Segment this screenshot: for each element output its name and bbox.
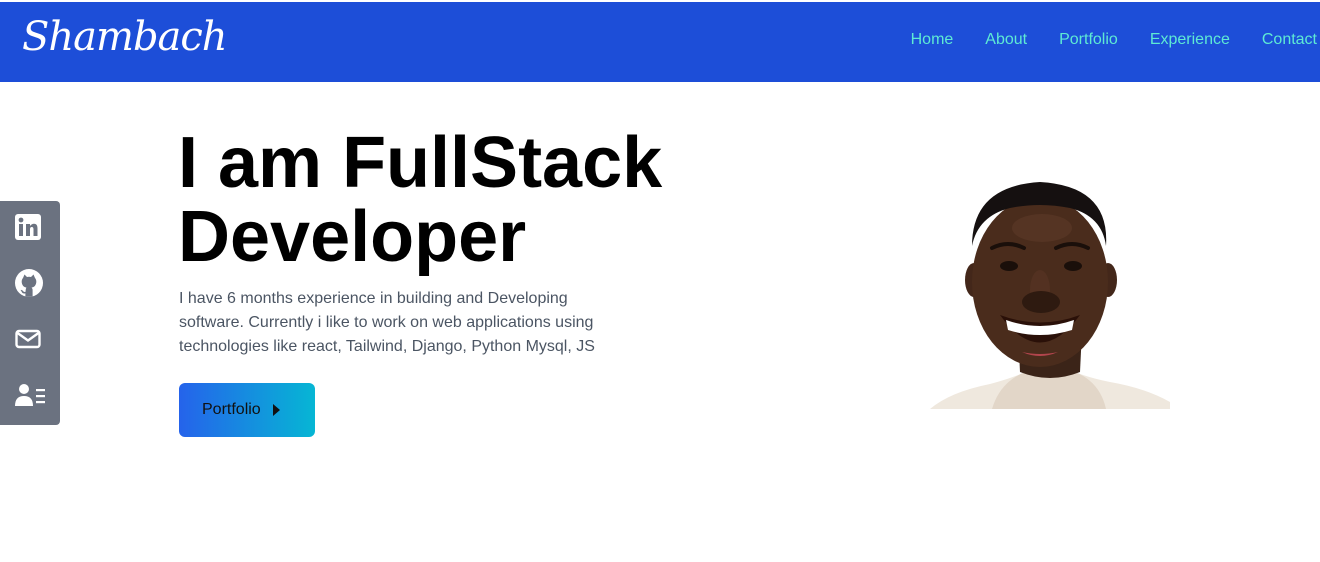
- social-linkedin-link[interactable]: [0, 201, 60, 257]
- resume-icon: [14, 381, 46, 414]
- nav-link-about[interactable]: About: [985, 31, 1027, 49]
- hero-title-line1: I am FullStack: [178, 123, 663, 203]
- hero-title-line2: Developer: [178, 197, 527, 277]
- nav-link-portfolio[interactable]: Portfolio: [1059, 31, 1118, 49]
- nav-link-home[interactable]: Home: [911, 31, 954, 49]
- linkedin-icon: [14, 213, 42, 246]
- nav-link-contact[interactable]: Contact: [1262, 31, 1317, 49]
- mail-icon: [14, 325, 42, 358]
- portfolio-button[interactable]: Portfolio: [179, 383, 315, 437]
- hero-title: I am FullStack Developer: [178, 126, 778, 274]
- github-icon: [14, 268, 44, 303]
- caret-right-icon: [272, 404, 280, 416]
- site-logo[interactable]: Shambach: [22, 10, 228, 64]
- nav-link-experience[interactable]: Experience: [1150, 31, 1230, 49]
- social-github-link[interactable]: [0, 257, 60, 313]
- social-resume-link[interactable]: [0, 369, 60, 425]
- profile-photo: [930, 170, 1170, 409]
- portfolio-button-label: Portfolio: [202, 401, 261, 418]
- hero-description: I have 6 months experience in building a…: [179, 290, 595, 355]
- social-sidebar: [0, 201, 60, 425]
- social-mail-link[interactable]: [0, 313, 60, 369]
- nav-links: Home About Portfolio Experience Contact: [911, 31, 1317, 49]
- navbar: Shambach Home About Portfolio Experience…: [0, 2, 1320, 82]
